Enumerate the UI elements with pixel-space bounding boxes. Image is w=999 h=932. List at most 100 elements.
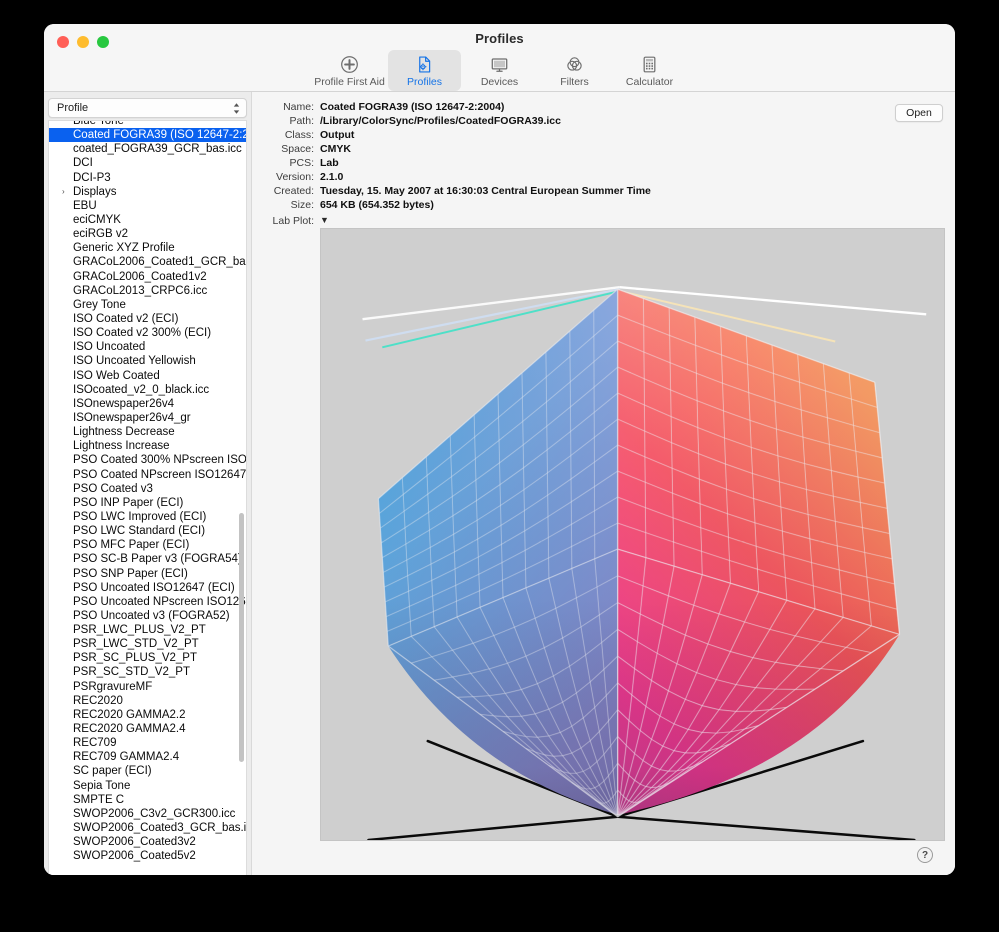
list-item[interactable]: DCI	[49, 156, 246, 170]
list-item[interactable]: PSO Uncoated ISO12647 (ECI)	[49, 581, 246, 595]
list-item[interactable]: coated_FOGRA39_GCR_bas.icc	[49, 142, 246, 156]
toolbar-label: Devices	[480, 76, 519, 88]
profile-popup-label: Profile	[57, 102, 89, 114]
list-item[interactable]: eciRGB v2	[49, 227, 246, 241]
list-item[interactable]: Coated FOGRA39 (ISO 12647-2:20	[49, 128, 246, 143]
list-item[interactable]: PSO SC-B Paper v3 (FOGRA54)	[49, 552, 246, 566]
list-item[interactable]: PSO Uncoated NPscreen ISO12647	[49, 595, 246, 609]
list-item[interactable]: SWOP2006_C3v2_GCR300.icc	[49, 807, 246, 821]
list-item-label: REC2020	[73, 694, 123, 707]
toolbar-item-profile-first-aid[interactable]: Profile First Aid	[313, 50, 386, 91]
list-item[interactable]: PSO MFC Paper (ECI)	[49, 538, 246, 552]
list-item[interactable]: REC709 GAMMA2.4	[49, 750, 246, 764]
open-button[interactable]: Open	[895, 104, 943, 122]
disclosure-triangle-icon[interactable]: ▼	[320, 214, 329, 227]
list-item[interactable]: ISO Uncoated Yellowish	[49, 354, 246, 368]
colorsync-utility-window: Profiles Profile First Aid Profiles Devi…	[44, 24, 955, 875]
profiles-list[interactable]: Blue Tone Coated FOGRA39 (ISO 12647-2:20 c…	[48, 120, 247, 875]
list-item[interactable]: PSO Uncoated v3 (FOGRA52)	[49, 609, 246, 623]
info-key: Version:	[276, 171, 314, 183]
toolbar-item-calculator[interactable]: Calculator	[613, 50, 686, 91]
list-item[interactable]: eciCMYK	[49, 213, 246, 227]
list-item-label: PSO LWC Standard (ECI)	[73, 525, 206, 538]
list-item[interactable]: Blue Tone	[49, 121, 246, 128]
list-item[interactable]: GRACoL2006_Coated1v2	[49, 270, 246, 284]
list-item[interactable]: PSR_LWC_STD_V2_PT	[49, 637, 246, 651]
profile-sort-popup-button[interactable]: Profile	[48, 98, 247, 118]
list-item[interactable]: PSO SNP Paper (ECI)	[49, 567, 246, 581]
info-value: 2.1.0	[320, 171, 344, 183]
help-button[interactable]: ?	[917, 847, 933, 863]
list-item[interactable]: SWOP2006_Coated3v2	[49, 835, 246, 849]
info-value: Coated FOGRA39 (ISO 12647-2:2004)	[320, 101, 505, 113]
list-item[interactable]: Lightness Decrease	[49, 425, 246, 439]
list-item[interactable]: REC2020 GAMMA2.4	[49, 722, 246, 736]
list-item-label: ISO Coated v2 (ECI)	[73, 312, 179, 325]
list-item-label: SC paper (ECI)	[73, 765, 152, 778]
list-item[interactable]: ISOnewspaper26v4_gr	[49, 411, 246, 425]
list-item[interactable]: Lightness Increase	[49, 439, 246, 453]
list-item-label: DCI	[73, 157, 93, 170]
list-item[interactable]: SC paper (ECI)	[49, 764, 246, 778]
list-item[interactable]: ISOnewspaper26v4	[49, 397, 246, 411]
toolbar-item-devices[interactable]: Devices	[463, 50, 536, 91]
list-item[interactable]: SMPTE C	[49, 793, 246, 807]
list-item[interactable]: ISO Uncoated	[49, 340, 246, 354]
list-item[interactable]: Sepia Tone	[49, 779, 246, 793]
list-item-label: SWOP2006_Coated5v2	[73, 850, 196, 863]
lab-plot-canvas[interactable]	[320, 228, 945, 841]
list-item-label: ISO Web Coated	[73, 369, 160, 382]
list-item-label: PSO Coated NPscreen ISO12647 (E	[73, 468, 246, 481]
list-item[interactable]: PSO LWC Standard (ECI)	[49, 524, 246, 538]
toolbar-item-profiles[interactable]: Profiles	[388, 50, 461, 91]
list-item[interactable]: GRACoL2013_CRPC6.icc	[49, 284, 246, 298]
up-down-chevrons-icon	[232, 102, 241, 115]
toolbar-label: Profiles	[406, 76, 442, 88]
list-item-label: REC709 GAMMA2.4	[73, 751, 180, 764]
list-item-label: SWOP2006_C3v2_GCR300.icc	[73, 807, 236, 820]
list-item[interactable]: PSO Coated NPscreen ISO12647 (E	[49, 468, 246, 482]
list-item-label: Coated FOGRA39 (ISO 12647-2:20	[73, 129, 246, 142]
list-item[interactable]: Generic XYZ Profile	[49, 241, 246, 255]
list-item-label: PSO Coated v3	[73, 482, 153, 495]
list-item[interactable]: PSR_LWC_PLUS_V2_PT	[49, 623, 246, 637]
list-item-label: PSO Uncoated NPscreen ISO12647	[73, 595, 246, 608]
list-item[interactable]: DCI-P3	[49, 171, 246, 185]
toolbar-item-filters[interactable]: Filters	[538, 50, 611, 91]
scrollbar-thumb[interactable]	[239, 513, 244, 762]
list-item[interactable]: PSO INP Paper (ECI)	[49, 496, 246, 510]
chevron-right-icon[interactable]: ›	[62, 185, 65, 199]
gamut-plot-svg	[362, 286, 927, 840]
list-item[interactable]: REC2020 GAMMA2.2	[49, 708, 246, 722]
list-item[interactable]: REC709	[49, 736, 246, 750]
list-item[interactable]: PSR_SC_PLUS_V2_PT	[49, 651, 246, 665]
list-item-label: Lightness Decrease	[73, 426, 175, 439]
list-item-label: PSRgravureMF	[73, 680, 153, 693]
info-key: Created:	[273, 185, 314, 197]
list-item[interactable]: › Displays	[49, 185, 246, 199]
toolbar-label: Profile First Aid	[314, 76, 385, 88]
list-item[interactable]: ISO Web Coated	[49, 369, 246, 383]
list-item[interactable]: PSRgravureMF	[49, 680, 246, 694]
list-item-label: DCI-P3	[73, 171, 111, 184]
list-item-label: ISOnewspaper26v4_gr	[73, 411, 191, 424]
list-item[interactable]: REC2020	[49, 694, 246, 708]
list-item[interactable]: SWOP2006_Coated3_GCR_bas.icc	[49, 821, 246, 835]
list-item[interactable]: PSO LWC Improved (ECI)	[49, 510, 246, 524]
list-item[interactable]: PSR_SC_STD_V2_PT	[49, 665, 246, 679]
list-item[interactable]: Grey Tone	[49, 298, 246, 312]
list-item-label: Lightness Increase	[73, 440, 170, 453]
list-item[interactable]: ISO Coated v2 (ECI)	[49, 312, 246, 326]
list-item[interactable]: SWOP2006_Coated5v2	[49, 849, 246, 863]
info-key: Space:	[281, 143, 314, 155]
list-item[interactable]: PSO Coated v3	[49, 482, 246, 496]
list-item[interactable]: GRACoL2006_Coated1_GCR_bas.i	[49, 255, 246, 269]
info-value: Lab	[320, 157, 339, 169]
list-item[interactable]: EBU	[49, 199, 246, 213]
profiles-list-scrollbar[interactable]	[238, 121, 245, 875]
list-item[interactable]: PSO Coated 300% NPscreen ISO12	[49, 453, 246, 467]
list-item[interactable]: ISOcoated_v2_0_black.icc	[49, 383, 246, 397]
list-item-label: SMPTE C	[73, 793, 125, 806]
list-item[interactable]: ISO Coated v2 300% (ECI)	[49, 326, 246, 340]
list-item-label: PSO Uncoated v3 (FOGRA52)	[73, 609, 230, 622]
